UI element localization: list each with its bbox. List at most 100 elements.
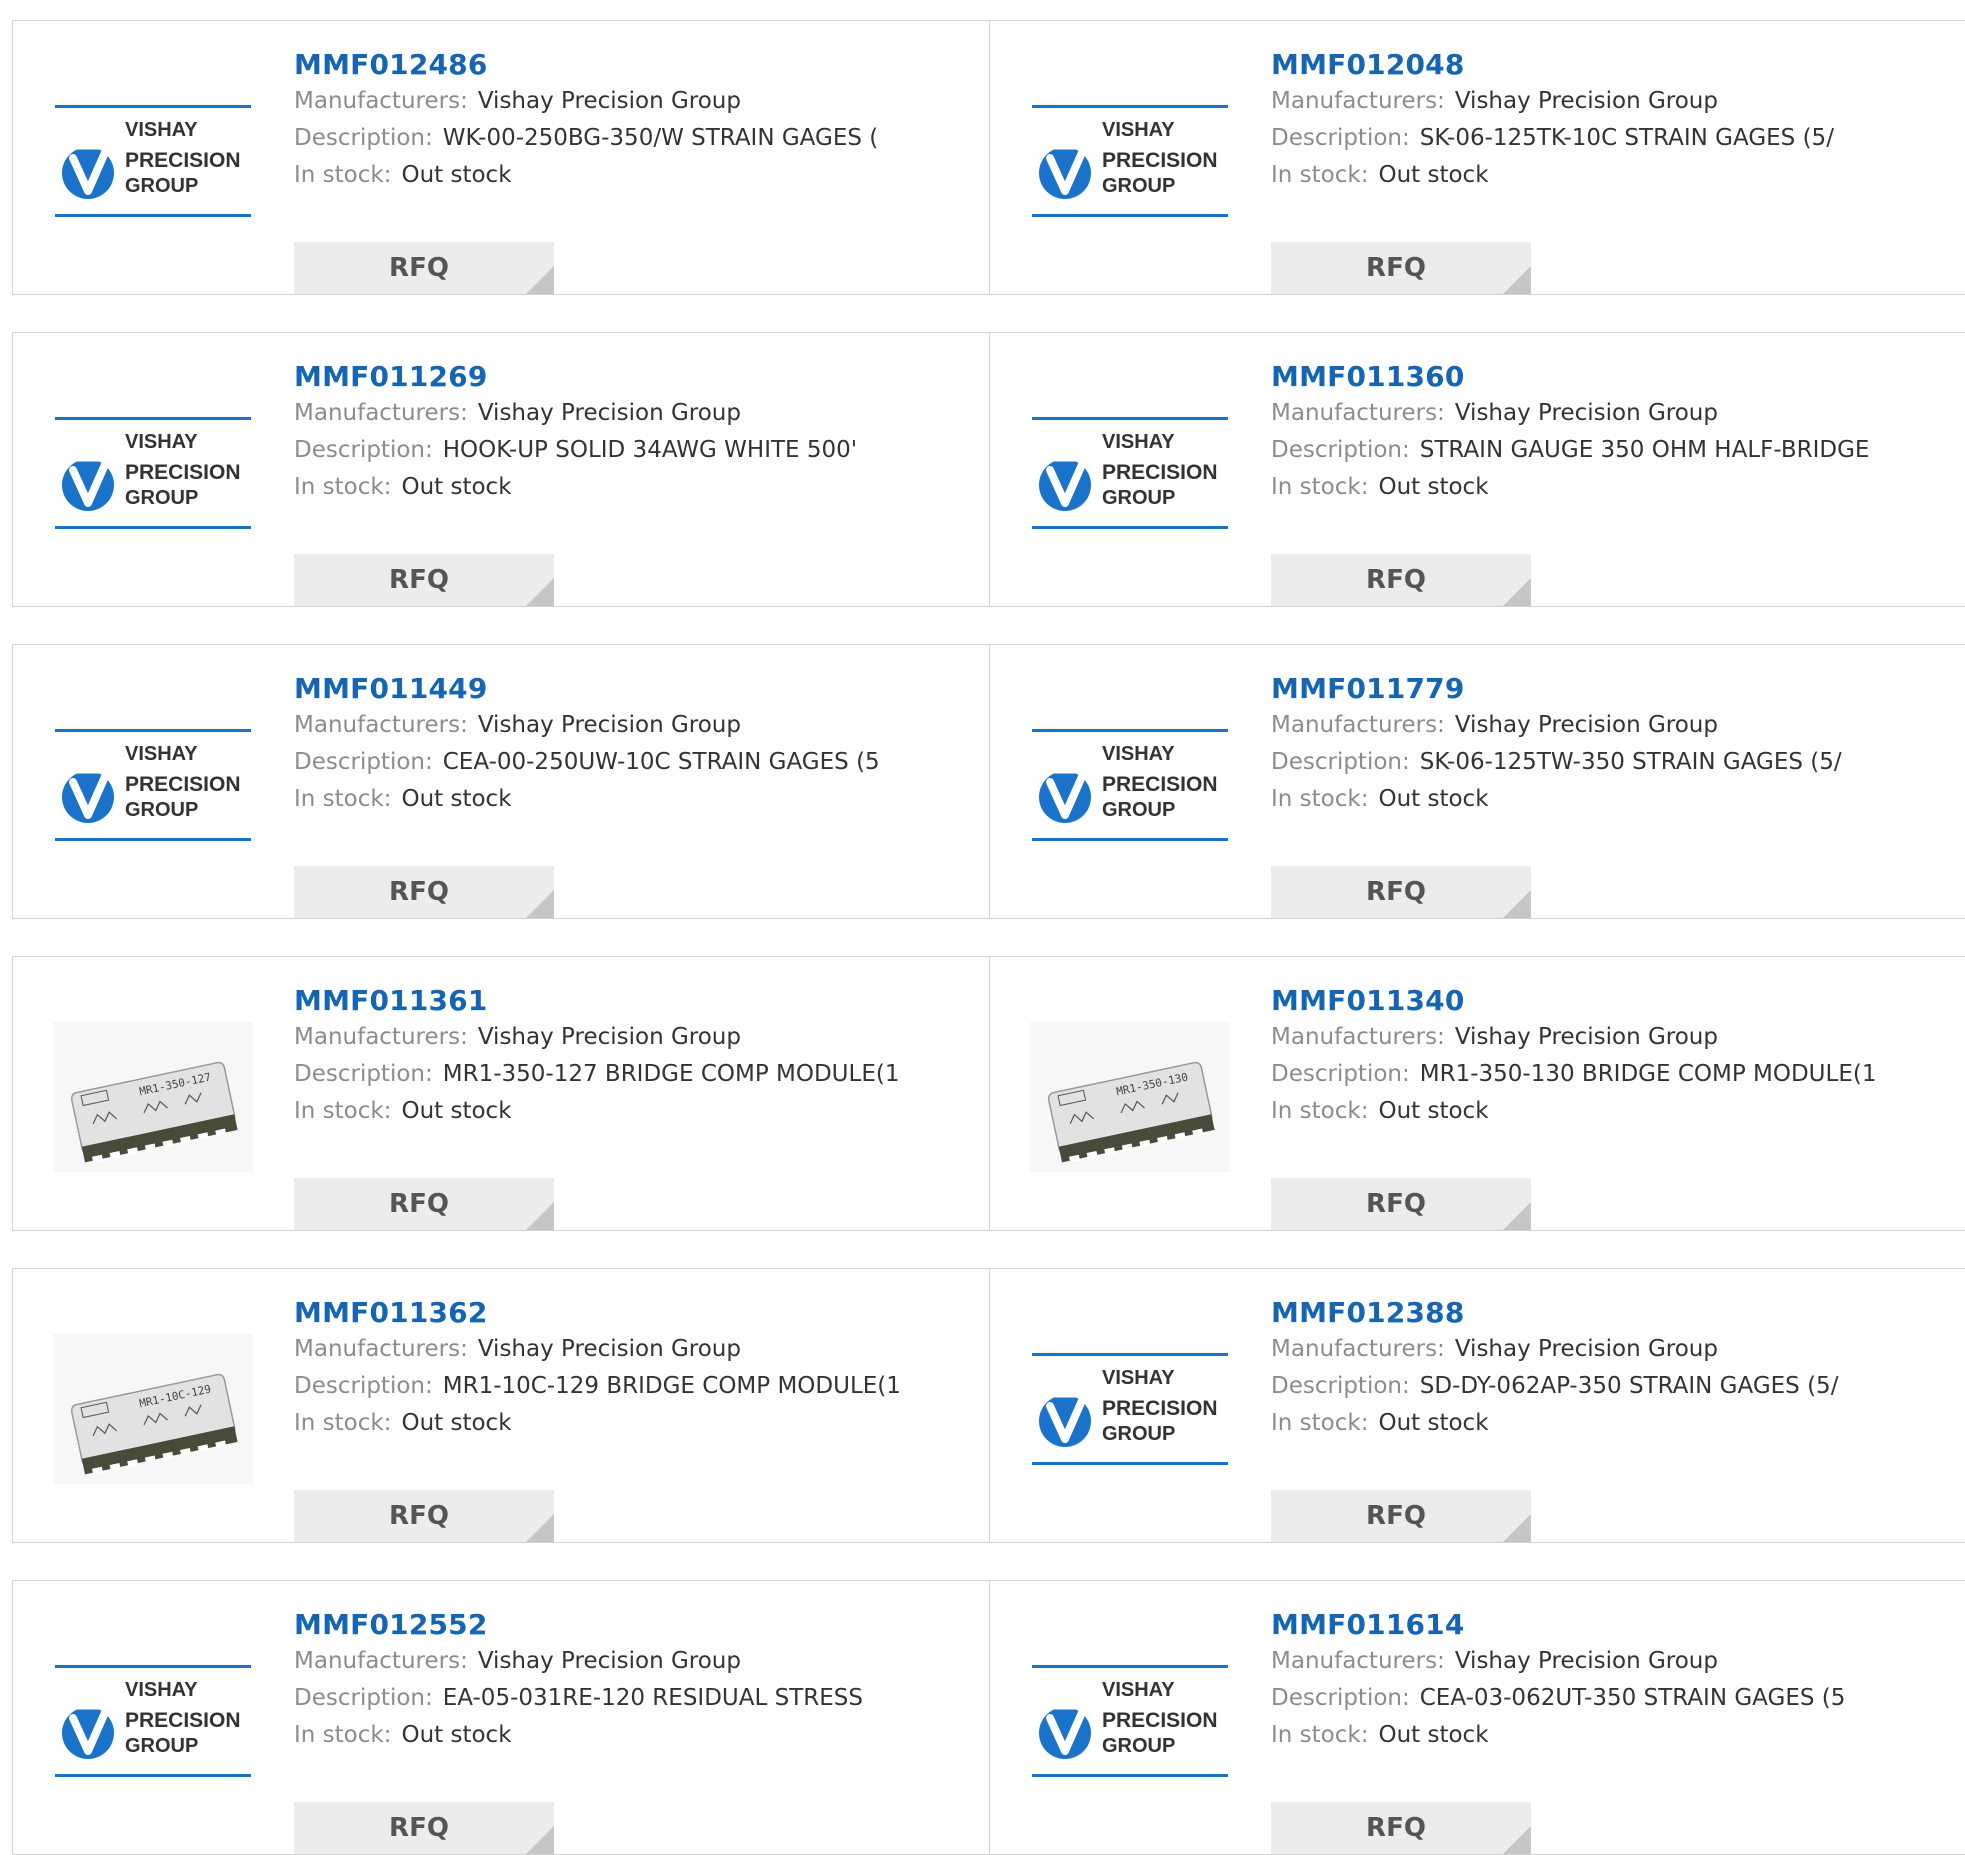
module-photo-image[interactable]: MR1-10C-129 [53,1334,253,1484]
part-number-link[interactable]: MMF011449 [294,671,488,707]
corner-triangle-icon [1503,1202,1531,1230]
manufacturer-line: Manufacturers: Vishay Precision Group [1271,395,1955,432]
description-label: Description: [1271,125,1410,151]
rfq-button[interactable]: RFQ [294,554,554,606]
stock-value: Out stock [401,474,512,500]
rfq-label: RFQ [389,877,449,907]
rfq-button[interactable]: RFQ [294,866,554,918]
part-number-link[interactable]: MMF011614 [1271,1607,1465,1643]
rfq-button[interactable]: RFQ [1271,242,1531,294]
logo-line3: GROUP [125,487,198,509]
description-label: Description: [1271,1685,1410,1711]
product-row: VISHAY PRECISION GROUP MMF012486 Manufac… [12,20,1965,295]
logo-line2: PRECISION [1102,149,1218,172]
description-line: Description: CEA-03-062UT-350 STRAIN GAGE… [1271,1680,1955,1717]
stock-value: Out stock [1378,474,1489,500]
part-number-link[interactable]: MMF011361 [294,983,488,1019]
product-info: MMF012048 Manufacturers: Vishay Precision… [1271,47,1955,294]
stock-value: Out stock [1378,1722,1489,1748]
part-number-link[interactable]: MMF012552 [294,1607,488,1643]
vishay-logo-image[interactable]: VISHAY PRECISION GROUP [53,398,253,548]
vishay-logo-image[interactable]: VISHAY PRECISION GROUP [1030,86,1230,236]
rfq-button[interactable]: RFQ [294,1178,554,1230]
rfq-button[interactable]: RFQ [294,1490,554,1542]
manufacturer-value: Vishay Precision Group [477,1024,741,1050]
corner-triangle-icon [1503,890,1531,918]
stock-label: In stock: [1271,786,1369,812]
vishay-logo-image[interactable]: VISHAY PRECISION GROUP [53,1646,253,1796]
rfq-button[interactable]: RFQ [294,242,554,294]
stock-value: Out stock [1378,162,1489,188]
part-number-link[interactable]: MMF012388 [1271,1295,1465,1331]
product-grid: VISHAY PRECISION GROUP MMF012486 Manufac… [0,0,1965,1855]
rfq-button[interactable]: RFQ [1271,866,1531,918]
manufacturer-label: Manufacturers: [294,88,468,114]
manufacturer-value: Vishay Precision Group [477,400,741,426]
rfq-label: RFQ [389,1813,449,1843]
stock-line: In stock: Out stock [294,781,979,818]
vishay-logo-image[interactable]: VISHAY PRECISION GROUP [1030,1334,1230,1484]
product-card: VISHAY PRECISION GROUP MMF012552 Manufac… [13,1581,989,1854]
logo-line3: GROUP [125,799,198,821]
description-line: Description: SK-06-125TK-10C STRAIN GAGES… [1271,120,1955,157]
manufacturer-line: Manufacturers: Vishay Precision Group [294,83,979,120]
stock-label: In stock: [1271,474,1369,500]
manufacturer-label: Manufacturers: [1271,1024,1445,1050]
logo-line1: VISHAY [125,431,198,453]
stock-value: Out stock [1378,1410,1489,1436]
part-number-link[interactable]: MMF011269 [294,359,488,395]
logo-line1: VISHAY [1102,431,1175,453]
product-info: MMF011269 Manufacturers: Vishay Precision… [294,359,979,606]
part-number-link[interactable]: MMF011360 [1271,359,1465,395]
stock-value: Out stock [1378,1098,1489,1124]
module-photo-image[interactable]: MR1-350-127 [53,1022,253,1172]
logo-line2: PRECISION [125,773,241,796]
manufacturer-value: Vishay Precision Group [477,1336,741,1362]
rfq-button[interactable]: RFQ [1271,1178,1531,1230]
stock-value: Out stock [1378,786,1489,812]
product-card: MR1-350-130 MMF011340 Manufacturers: Vish… [989,957,1965,1230]
manufacturer-label: Manufacturers: [1271,88,1445,114]
rfq-button[interactable]: RFQ [1271,1490,1531,1542]
manufacturer-label: Manufacturers: [294,1336,468,1362]
product-card: VISHAY PRECISION GROUP MMF011269 Manufac… [13,333,989,606]
logo-line3: GROUP [1102,175,1175,197]
stock-value: Out stock [401,786,512,812]
logo-line1: VISHAY [1102,119,1175,141]
product-info: MMF011779 Manufacturers: Vishay Precision… [1271,671,1955,918]
description-label: Description: [294,1373,433,1399]
vishay-logo-image[interactable]: VISHAY PRECISION GROUP [1030,398,1230,548]
rfq-button[interactable]: RFQ [1271,554,1531,606]
rfq-label: RFQ [389,1189,449,1219]
rfq-button[interactable]: RFQ [294,1802,554,1854]
description-line: Description: STRAIN GAUGE 350 OHM HALF-BR… [1271,432,1955,469]
logo-line1: VISHAY [1102,743,1175,765]
vishay-logo-image[interactable]: VISHAY PRECISION GROUP [53,86,253,236]
manufacturer-label: Manufacturers: [294,400,468,426]
description-value: SK-06-125TK-10C STRAIN GAGES (5/ [1419,125,1834,151]
rfq-button[interactable]: RFQ [1271,1802,1531,1854]
description-label: Description: [294,437,433,463]
manufacturer-label: Manufacturers: [294,1024,468,1050]
logo-line2: PRECISION [125,149,241,172]
manufacturer-line: Manufacturers: Vishay Precision Group [1271,1643,1955,1680]
vishay-logo-image[interactable]: VISHAY PRECISION GROUP [1030,1646,1230,1796]
product-info: MMF012486 Manufacturers: Vishay Precision… [294,47,979,294]
stock-line: In stock: Out stock [294,1717,979,1754]
stock-line: In stock: Out stock [294,469,979,506]
manufacturer-label: Manufacturers: [1271,1648,1445,1674]
part-number-link[interactable]: MMF012486 [294,47,488,83]
part-number-link[interactable]: MMF011362 [294,1295,488,1331]
module-photo-image[interactable]: MR1-350-130 [1030,1022,1230,1172]
part-number-link[interactable]: MMF011340 [1271,983,1465,1019]
part-number-link[interactable]: MMF012048 [1271,47,1465,83]
description-value: HOOK-UP SOLID 34AWG WHITE 500' [442,437,858,463]
description-value: WK-00-250BG-350/W STRAIN GAGES ( [442,125,879,151]
stock-line: In stock: Out stock [1271,1405,1955,1442]
description-line: Description: WK-00-250BG-350/W STRAIN GAG… [294,120,979,157]
logo-line2: PRECISION [1102,461,1218,484]
vishay-logo-image[interactable]: VISHAY PRECISION GROUP [53,710,253,860]
vishay-logo-image[interactable]: VISHAY PRECISION GROUP [1030,710,1230,860]
part-number-link[interactable]: MMF011779 [1271,671,1465,707]
corner-triangle-icon [526,578,554,606]
